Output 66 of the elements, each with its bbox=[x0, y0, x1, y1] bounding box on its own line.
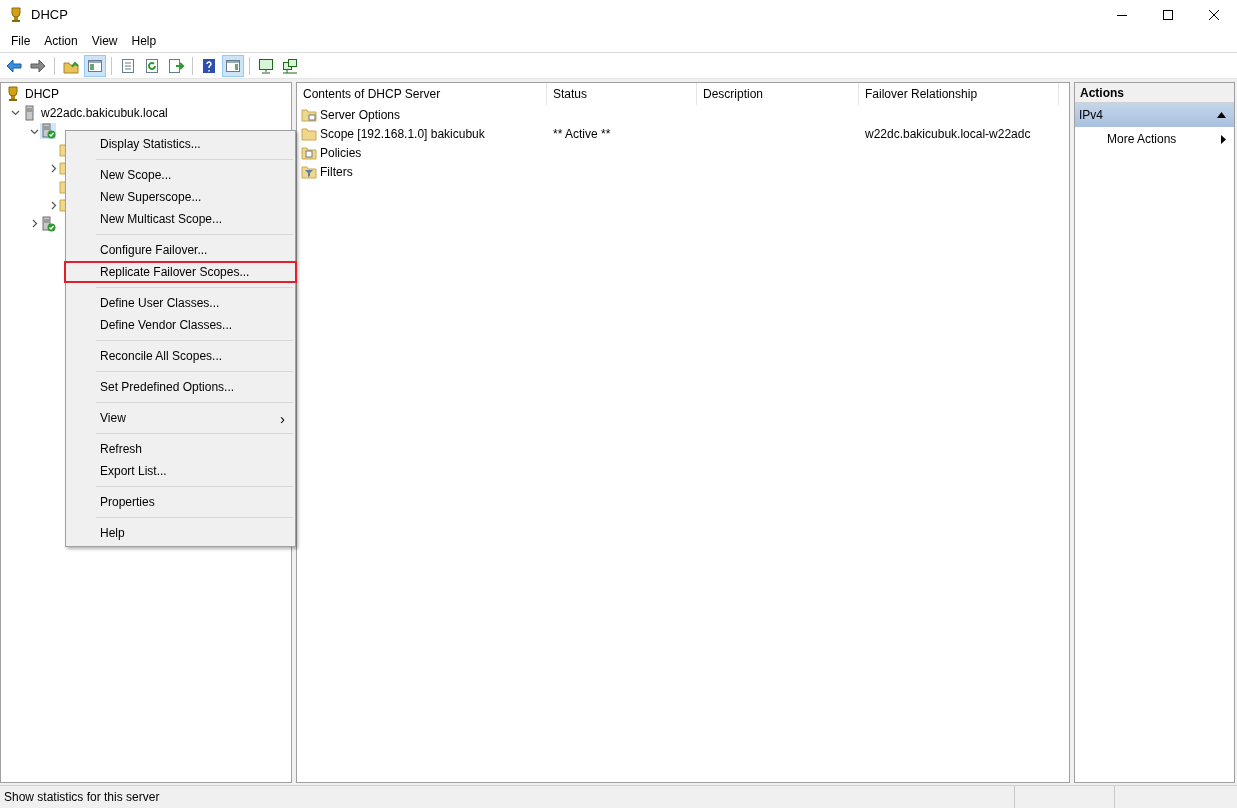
trophy-icon bbox=[5, 86, 21, 103]
context-menu-item[interactable]: New Superscope... bbox=[64, 186, 297, 208]
menu-item[interactable]: File bbox=[4, 29, 38, 53]
menu-item-label: View bbox=[100, 410, 126, 427]
folder-funnel-icon bbox=[301, 163, 317, 180]
monitor-icon bbox=[258, 57, 274, 74]
column-header[interactable]: Description bbox=[697, 83, 859, 105]
tree-pane-button[interactable] bbox=[84, 54, 106, 77]
close-icon bbox=[1209, 10, 1219, 20]
context-menu-item[interactable]: Set Predefined Options... bbox=[64, 376, 297, 398]
list-item-name[interactable]: Policies bbox=[320, 143, 362, 162]
tree-item[interactable]: w22adc.bakicubuk.local bbox=[40, 103, 169, 122]
context-menu-item[interactable]: View › bbox=[64, 407, 297, 429]
table-cell-text: w22dc.bakicubuk.local-w22adc bbox=[865, 125, 1031, 143]
action-link[interactable]: More Actions bbox=[1075, 127, 1234, 151]
tree-pane-icon bbox=[87, 57, 103, 74]
context-menu-item[interactable]: Properties bbox=[64, 491, 297, 513]
folder-icon bbox=[301, 125, 317, 142]
trophy-icon bbox=[8, 7, 24, 23]
actions-section-header[interactable]: IPv4 bbox=[1075, 103, 1234, 127]
list-item-name[interactable]: Server Options bbox=[320, 105, 401, 124]
forward-arrow-icon bbox=[30, 57, 46, 74]
menu-item[interactable]: View bbox=[84, 29, 125, 53]
column-header[interactable]: Status bbox=[547, 83, 697, 105]
context-menu-item[interactable]: New Multicast Scope... bbox=[64, 208, 297, 230]
action-pane-icon bbox=[225, 57, 241, 74]
server-check-icon bbox=[40, 215, 56, 232]
tree-item[interactable]: DHCP bbox=[24, 85, 60, 104]
context-menu-item[interactable]: New Scope... bbox=[64, 164, 297, 186]
maximize-icon bbox=[1163, 10, 1173, 20]
folder-options-icon bbox=[301, 106, 317, 123]
export-list-icon bbox=[168, 57, 184, 74]
back-arrow-icon bbox=[6, 57, 22, 74]
help-icon bbox=[201, 57, 217, 74]
context-menu-item[interactable]: Replicate Failover Scopes... bbox=[64, 261, 297, 283]
section-title: IPv4 bbox=[1079, 107, 1104, 124]
list-item-name[interactable]: Scope [192.168.1.0] bakicubuk bbox=[320, 124, 485, 143]
context-menu-item[interactable]: Configure Failover... bbox=[64, 239, 297, 261]
folder-document-icon bbox=[301, 144, 317, 161]
networked-monitors-icon bbox=[282, 57, 298, 74]
collapse-chevron-icon[interactable] bbox=[10, 108, 20, 118]
collapse-arrow-icon bbox=[1217, 112, 1226, 118]
action-label: More Actions bbox=[1107, 131, 1177, 148]
context-menu-item[interactable]: Reconcile All Scopes... bbox=[64, 345, 297, 367]
refresh-icon bbox=[144, 57, 160, 74]
menu-item[interactable]: Help bbox=[124, 29, 164, 53]
submenu-arrow-icon bbox=[1221, 134, 1226, 144]
list-item-name[interactable]: Filters bbox=[320, 162, 353, 181]
document-icon bbox=[120, 57, 136, 74]
window-title: DHCP bbox=[31, 6, 68, 25]
context-menu-item[interactable]: Export List... bbox=[64, 460, 297, 482]
submenu-arrow: › bbox=[280, 410, 285, 426]
action-pane-button[interactable] bbox=[222, 54, 244, 77]
context-menu-item[interactable]: Help bbox=[64, 522, 297, 544]
table-cell-text: ** Active ** bbox=[553, 125, 611, 143]
server-check-icon bbox=[40, 123, 56, 140]
context-menu-item[interactable]: Define User Classes... bbox=[64, 292, 297, 314]
context-menu-item[interactable]: Refresh bbox=[64, 438, 297, 460]
status-bar-text: Show statistics for this server bbox=[0, 786, 1015, 808]
menu-item[interactable]: Action bbox=[37, 29, 85, 53]
actions-heading: Actions bbox=[1075, 83, 1234, 103]
minimize-icon bbox=[1117, 14, 1127, 16]
column-header[interactable]: Failover Relationship bbox=[859, 83, 1059, 105]
context-menu-item[interactable]: Define Vendor Classes... bbox=[64, 314, 297, 336]
column-header[interactable]: Contents of DHCP Server bbox=[297, 83, 547, 105]
context-menu-item[interactable]: Display Statistics... bbox=[64, 133, 297, 155]
